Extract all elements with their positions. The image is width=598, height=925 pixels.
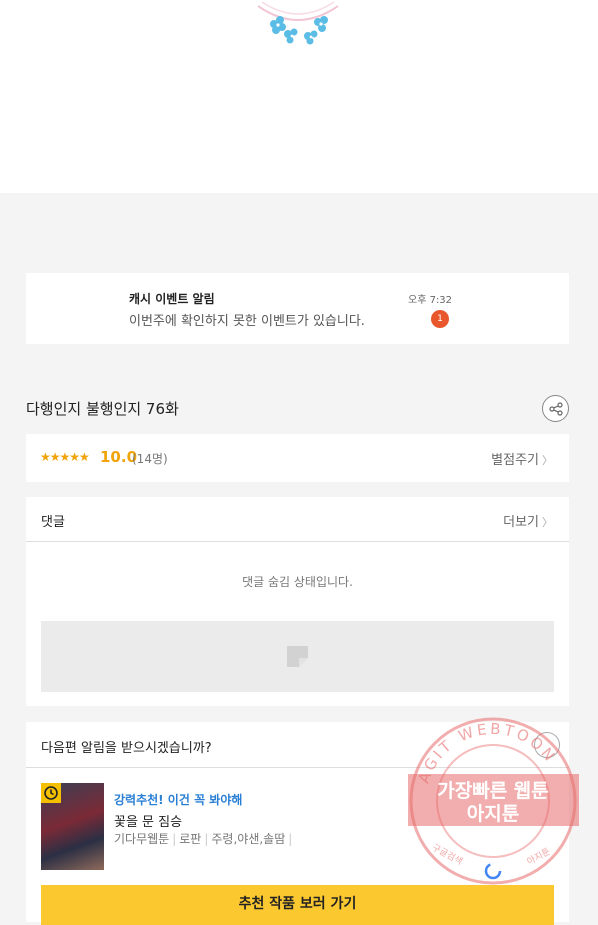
share-button[interactable] bbox=[542, 395, 569, 422]
ad-placeholder[interactable] bbox=[41, 621, 554, 692]
comments-hidden-message: 댓글 숨김 상태입니다. bbox=[242, 575, 353, 589]
clock-icon bbox=[44, 786, 58, 800]
comments-more-label: 더보기 bbox=[503, 515, 539, 530]
recommend-authors: 주령,야샌,솔땀 bbox=[211, 832, 286, 846]
recommend-genre: 기다무웹툰 bbox=[114, 832, 170, 846]
comments-heading: 댓글 bbox=[41, 515, 65, 530]
divider bbox=[26, 767, 569, 768]
cash-event-notice[interactable]: 캐시 이벤트 알림 이번주에 확인하지 못한 이벤트가 있습니다. 오후 7:3… bbox=[26, 273, 569, 344]
notice-time: 오후 7:32 bbox=[408, 295, 453, 306]
top-banner-area bbox=[0, 0, 598, 193]
recommend-title[interactable]: 꽃을 문 짐승 bbox=[114, 811, 182, 830]
flower-decoration-icon bbox=[257, 1, 339, 45]
recommend-category: 로판 bbox=[179, 832, 202, 846]
next-alert-question: 다음편 알림을 받으시겠습니까? bbox=[41, 741, 212, 756]
divider bbox=[26, 541, 569, 542]
notice-title: 캐시 이벤트 알림 bbox=[129, 292, 215, 306]
rate-button-label: 별점주기 bbox=[491, 453, 539, 468]
wait-free-badge bbox=[41, 783, 61, 803]
rating-count: (14명) bbox=[132, 452, 168, 466]
separator: | bbox=[288, 832, 293, 846]
rate-button[interactable]: 별점주기 〉 bbox=[491, 449, 553, 468]
separator: | bbox=[204, 832, 209, 846]
share-icon bbox=[549, 402, 563, 416]
chevron-right-icon: 〉 bbox=[542, 516, 553, 529]
recommend-meta: 기다무웹툰 | 로판 | 주령,야샌,솔땀 | bbox=[114, 830, 295, 847]
recommend-cta-button[interactable]: 추천 작품 보러 가기 bbox=[41, 885, 554, 925]
chevron-right-icon: 〉 bbox=[542, 454, 553, 467]
comments-more-link[interactable]: 더보기 〉 bbox=[503, 511, 553, 530]
separator: | bbox=[172, 832, 177, 846]
episode-title: 다행인지 불행인지 76화 bbox=[26, 400, 179, 418]
recommended-thumbnail[interactable] bbox=[41, 783, 104, 870]
next-episode-alert: 다음편 알림을 받으시겠습니까? 강력추천! 이건 꼭 봐야해 꽃을 문 짐승 … bbox=[26, 722, 569, 925]
comments-section: 댓글 더보기 〉 댓글 숨김 상태입니다. bbox=[26, 497, 569, 706]
notice-text: 이번주에 확인하지 못한 이벤트가 있습니다. bbox=[129, 314, 365, 329]
broken-image-icon bbox=[287, 646, 308, 667]
rating-bar: ★★★★★ 10.0 (14명) 별점주기 〉 bbox=[26, 434, 569, 482]
notice-count-badge: 1 bbox=[431, 310, 449, 328]
star-rating-icon: ★★★★★ bbox=[40, 450, 90, 464]
recommend-tagline: 강력추천! 이건 꼭 봐야해 bbox=[114, 793, 243, 807]
alert-toggle-button[interactable] bbox=[534, 732, 560, 758]
